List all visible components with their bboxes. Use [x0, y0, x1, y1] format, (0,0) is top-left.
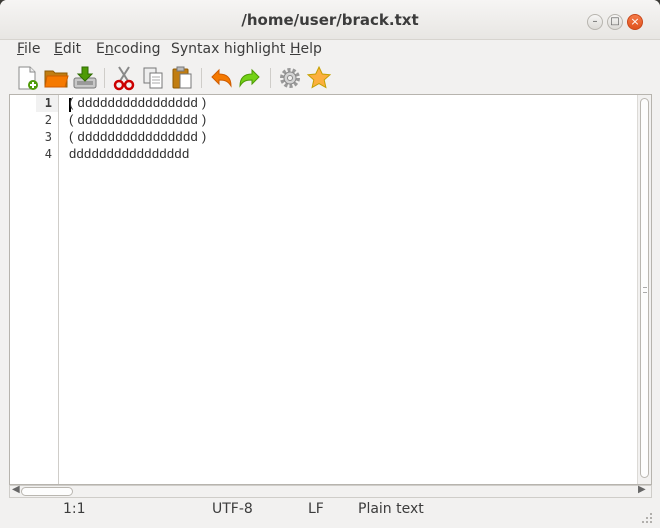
line-number: 1 [44, 96, 52, 110]
toolbar [0, 62, 660, 94]
text-editor[interactable]: 1 2 3 4 ( dddddddddddddddd ) ( ddddddddd… [9, 94, 652, 485]
paste-icon[interactable] [169, 65, 195, 91]
close-button[interactable]: × [627, 14, 643, 30]
menu-bar: File Edit Encoding Syntax highlight Help [0, 40, 660, 62]
maximize-button[interactable]: □ [607, 14, 623, 30]
open-folder-icon[interactable] [43, 65, 69, 91]
editor-window: /home/user/brack.txt – □ × File Edit Enc… [0, 0, 660, 528]
redo-icon[interactable] [237, 65, 263, 91]
scroll-grip-icon [643, 287, 647, 293]
status-bar: 1:1 UTF-8 LF Plain text [0, 499, 660, 528]
menu-file[interactable]: File [17, 41, 40, 57]
line-number: 3 [44, 130, 52, 144]
cut-icon[interactable] [111, 65, 137, 91]
menu-edit[interactable]: Edit [54, 41, 81, 57]
new-document-icon[interactable] [14, 65, 40, 91]
copy-icon[interactable] [140, 65, 166, 91]
horizontal-scrollbar[interactable]: ◀ ▶ [9, 484, 652, 498]
save-icon[interactable] [72, 65, 98, 91]
toolbar-separator [201, 68, 202, 88]
menu-syntax-highlight[interactable]: Syntax highlight [171, 41, 285, 57]
cursor-position: 1:1 [63, 501, 86, 517]
title-bar[interactable]: /home/user/brack.txt – □ × [0, 0, 660, 40]
line-number: 4 [44, 147, 52, 161]
toolbar-separator [270, 68, 271, 88]
text-line: ( dddddddddddddddd ) [69, 129, 207, 144]
encoding-indicator: UTF-8 [212, 501, 253, 517]
vertical-scroll-thumb[interactable] [640, 98, 649, 478]
scroll-left-arrow-icon[interactable]: ◀ [12, 484, 20, 495]
line-number: 2 [44, 113, 52, 127]
horizontal-scroll-thumb[interactable] [21, 487, 73, 496]
line-ending-indicator: LF [308, 501, 324, 517]
resize-grip-icon[interactable] [640, 511, 654, 525]
window-title: /home/user/brack.txt [241, 11, 419, 29]
settings-icon[interactable] [277, 65, 303, 91]
menu-encoding[interactable]: Encoding [96, 41, 161, 57]
text-line: ( dddddddddddddddd ) [69, 112, 207, 127]
text-line: ( dddddddddddddddd ) [69, 95, 207, 110]
undo-icon[interactable] [208, 65, 234, 91]
scroll-right-arrow-icon[interactable]: ▶ [638, 484, 646, 495]
line-number-gutter: 1 2 3 4 [10, 95, 59, 484]
favorite-star-icon[interactable] [306, 65, 332, 91]
text-line: dddddddddddddddd [69, 146, 190, 161]
menu-help[interactable]: Help [290, 41, 322, 57]
minimize-button[interactable]: – [587, 14, 603, 30]
vertical-scrollbar[interactable] [637, 95, 651, 484]
syntax-indicator: Plain text [358, 501, 424, 517]
toolbar-separator [104, 68, 105, 88]
